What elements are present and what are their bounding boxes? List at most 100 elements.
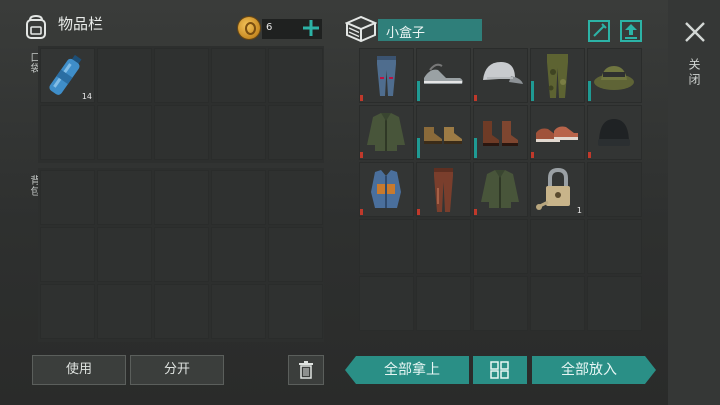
tan-boots-icon (424, 127, 462, 144)
sneakers-icon (424, 63, 463, 84)
pocket-slot-7[interactable] (97, 105, 152, 160)
durability-bar (588, 81, 591, 101)
durability-bar (474, 138, 477, 158)
container-slot[interactable] (587, 48, 642, 103)
durability-bar (531, 152, 534, 158)
backpack-slot[interactable] (268, 170, 323, 225)
rename-button[interactable] (588, 20, 610, 42)
brown-boots-icon (483, 121, 518, 146)
grid-sort-icon (490, 361, 509, 379)
pocket-slot-6[interactable] (40, 105, 95, 160)
take-all-button[interactable]: 全部拿上 (356, 355, 468, 385)
pocket-panel: 14 (38, 46, 324, 163)
container-slot[interactable] (530, 48, 585, 103)
durability-bar (474, 209, 477, 215)
container-slot[interactable] (416, 162, 471, 217)
pocket-slot-9[interactable] (211, 105, 266, 160)
camo-hat-icon (594, 66, 634, 90)
pocket-slot-2[interactable] (97, 48, 152, 103)
add-coin-button[interactable] (300, 17, 322, 39)
item-quantity: 14 (81, 92, 92, 101)
camo-pants-icon (547, 54, 568, 98)
durability-bar (417, 138, 420, 158)
close-label: 关闭 (687, 58, 701, 88)
container-slot[interactable] (587, 219, 642, 274)
container-slot[interactable] (473, 105, 528, 160)
container-slot[interactable] (473, 162, 528, 217)
backpack-slot[interactable] (268, 284, 323, 339)
container-slot[interactable] (587, 162, 642, 217)
durability-bar (531, 81, 534, 101)
durability-bar (360, 152, 363, 158)
jacket-icon (367, 113, 405, 151)
pocket-slot-5[interactable] (268, 48, 323, 103)
inventory-title: 物品栏 (58, 15, 104, 33)
backpack-slot[interactable] (154, 284, 209, 339)
backpack-slot[interactable] (154, 227, 209, 282)
container-slot[interactable] (416, 48, 471, 103)
container-grid: 1 (357, 46, 643, 342)
backpack-slot[interactable] (97, 170, 152, 225)
red-shoes-icon (536, 126, 578, 142)
jacket-icon (481, 170, 519, 208)
pocket-slot-1[interactable]: 14 (40, 48, 95, 103)
item-quantity: 1 (576, 206, 582, 215)
backpack-slot[interactable] (40, 170, 95, 225)
backpack-slot[interactable] (268, 227, 323, 282)
trash-icon (299, 361, 313, 379)
container-slot[interactable] (530, 105, 585, 160)
durability-bar (588, 152, 591, 158)
container-slot[interactable] (473, 276, 528, 331)
beanie-icon (598, 119, 630, 146)
jeans-icon (377, 56, 396, 96)
split-button[interactable]: 分开 (130, 355, 224, 385)
durability-bar (417, 81, 420, 101)
backpack-icon (26, 14, 46, 39)
backpack-slot[interactable] (40, 227, 95, 282)
pocket-slot-3[interactable] (154, 48, 209, 103)
backpack-slot[interactable] (154, 170, 209, 225)
box-icon (345, 15, 377, 43)
backpack-slot[interactable] (97, 227, 152, 282)
put-all-button[interactable]: 全部放入 (533, 355, 645, 385)
container-slot[interactable] (473, 48, 528, 103)
durability-bar (474, 95, 477, 101)
backpack-panel (38, 168, 324, 342)
container-slot[interactable] (587, 105, 642, 160)
container-title: 小盒子 (386, 26, 426, 41)
use-button[interactable]: 使用 (32, 355, 126, 385)
pocket-slot-10[interactable] (268, 105, 323, 160)
container-slot[interactable] (530, 219, 585, 274)
close-button[interactable] (683, 20, 707, 44)
backpack-slot[interactable] (211, 170, 266, 225)
sort-button[interactable] (473, 356, 527, 384)
container-slot[interactable] (473, 219, 528, 274)
backpack-slot[interactable] (211, 284, 266, 339)
durability-bar (417, 209, 420, 215)
container-slot[interactable] (416, 219, 471, 274)
backpack-slot[interactable] (211, 227, 266, 282)
container-slot[interactable] (359, 162, 414, 217)
cap-icon (483, 62, 523, 84)
container-slot[interactable] (416, 276, 471, 331)
brown-pants-icon (434, 168, 453, 212)
durability-bar (360, 95, 363, 101)
container-slot[interactable] (359, 105, 414, 160)
upload-button[interactable] (620, 20, 642, 42)
pocket-slot-4[interactable] (211, 48, 266, 103)
container-slot[interactable]: 1 (530, 162, 585, 217)
container-slot[interactable] (359, 219, 414, 274)
pocket-slot-8[interactable] (154, 105, 209, 160)
trash-button[interactable] (288, 355, 324, 385)
durability-bar (360, 209, 363, 215)
container-slot[interactable] (530, 276, 585, 331)
vest-icon (371, 170, 401, 208)
coin-count: 6 (266, 22, 273, 33)
container-slot[interactable] (416, 105, 471, 160)
container-slot[interactable] (359, 276, 414, 331)
coin-icon (238, 17, 260, 39)
container-slot[interactable] (587, 276, 642, 331)
backpack-slot[interactable] (40, 284, 95, 339)
backpack-slot[interactable] (97, 284, 152, 339)
container-slot[interactable] (359, 48, 414, 103)
